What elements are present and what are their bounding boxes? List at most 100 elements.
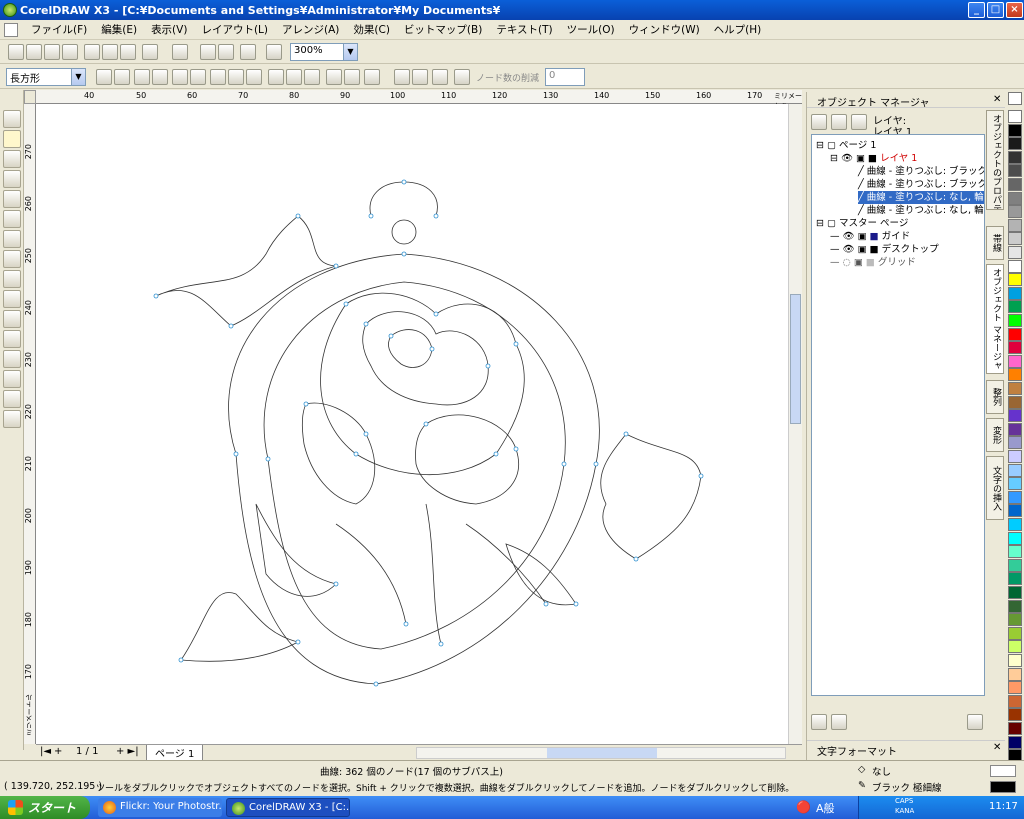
copy-icon[interactable]: [102, 44, 118, 60]
import-icon[interactable]: [200, 44, 216, 60]
color-swatch[interactable]: [1008, 640, 1022, 654]
stem-leaves[interactable]: [255, 503, 577, 606]
interactive-fill-tool-icon[interactable]: [3, 410, 21, 428]
color-swatch[interactable]: [1008, 218, 1022, 232]
zoom-level-combo[interactable]: 300% ▼: [290, 43, 358, 61]
menu-window[interactable]: ウィンドウ(W): [622, 22, 707, 37]
rotate-nodes-icon[interactable]: [344, 69, 360, 85]
ellipse-tool-icon[interactable]: [3, 250, 21, 268]
color-swatch[interactable]: [1008, 178, 1022, 191]
tree-guides[interactable]: — 👁 ▣ ■ ガイド: [830, 230, 910, 243]
color-swatch[interactable]: [1008, 164, 1022, 178]
text-tool-icon[interactable]: [3, 310, 21, 328]
edit-across-layers-icon[interactable]: [851, 114, 867, 130]
color-swatch[interactable]: [1008, 586, 1022, 599]
color-swatch[interactable]: [1008, 436, 1022, 450]
color-swatch[interactable]: [1008, 558, 1022, 572]
color-swatch[interactable]: [1008, 667, 1022, 681]
delete-node-icon[interactable]: [114, 69, 130, 85]
minimize-button[interactable]: _: [968, 2, 985, 18]
menu-bitmaps[interactable]: ビットマップ(B): [397, 22, 489, 37]
color-swatch[interactable]: [1008, 599, 1022, 613]
break-curve-icon[interactable]: [152, 69, 168, 85]
fill-tool-icon[interactable]: [3, 390, 21, 408]
rose-inner-petals[interactable]: [362, 311, 489, 406]
node-reduce-input[interactable]: 0: [545, 68, 585, 86]
menu-view[interactable]: 表示(V): [144, 22, 194, 37]
rose-pendant-drawing[interactable]: [36, 104, 788, 744]
rose-stems[interactable]: [335, 503, 547, 645]
task-firefox[interactable]: Flickr: Your Photostr...: [98, 798, 222, 817]
fill-swatch[interactable]: [990, 765, 1016, 777]
color-swatch[interactable]: [1008, 110, 1022, 123]
color-swatch[interactable]: [1008, 708, 1022, 722]
welcome-screen-icon[interactable]: [266, 44, 282, 60]
color-swatch[interactable]: [1008, 341, 1022, 355]
cusp-node-icon[interactable]: [210, 69, 226, 85]
elastic-mode-icon[interactable]: [394, 69, 410, 85]
export-icon[interactable]: [218, 44, 234, 60]
color-swatch[interactable]: [1008, 722, 1022, 735]
basic-shapes-tool-icon[interactable]: [3, 290, 21, 308]
color-swatch[interactable]: [1008, 246, 1022, 259]
menu-text[interactable]: テキスト(T): [489, 22, 559, 37]
language-bar-icon[interactable]: 🔴: [796, 800, 811, 814]
color-swatch[interactable]: [1008, 504, 1022, 518]
menu-help[interactable]: ヘルプ(H): [707, 22, 769, 37]
color-swatch[interactable]: [1008, 382, 1022, 395]
fill-value[interactable]: なし: [872, 764, 891, 778]
delete-icon[interactable]: [967, 714, 983, 730]
tree-master-page[interactable]: ⊟ ▢ マスター ページ: [816, 217, 908, 230]
polygon-tool-icon[interactable]: [3, 270, 21, 288]
layer-properties-icon[interactable]: [831, 714, 847, 730]
color-swatch[interactable]: [1008, 314, 1022, 327]
color-swatch[interactable]: [1008, 531, 1022, 545]
tab-insert-character[interactable]: 文字の挿入: [986, 456, 1004, 520]
new-layer-icon[interactable]: [811, 114, 827, 130]
cut-icon[interactable]: [84, 44, 100, 60]
color-swatch[interactable]: [1008, 681, 1022, 695]
node-points[interactable]: [153, 179, 704, 687]
color-swatch[interactable]: [1008, 545, 1022, 559]
symmetric-node-icon[interactable]: [246, 69, 262, 85]
docker-close-icon[interactable]: ✕: [993, 94, 1001, 105]
save-icon[interactable]: [44, 44, 60, 60]
pick-tool-icon[interactable]: [3, 110, 21, 128]
color-swatch[interactable]: [1008, 137, 1022, 151]
start-button[interactable]: スタート: [0, 796, 90, 819]
rose-outer-petals[interactable]: [320, 292, 525, 476]
coreldraw-app-icon[interactable]: [3, 3, 17, 17]
color-swatch[interactable]: [1008, 450, 1022, 463]
h-scroll-thumb[interactable]: [547, 748, 657, 758]
color-swatch[interactable]: [1008, 273, 1022, 287]
color-swatch[interactable]: [1008, 123, 1022, 137]
rose-right-petal[interactable]: [415, 414, 519, 505]
menu-arrange[interactable]: アレンジ(A): [275, 22, 346, 37]
print-icon[interactable]: [62, 44, 78, 60]
top-leaf[interactable]: [155, 215, 337, 327]
color-swatch[interactable]: [1008, 463, 1022, 477]
interactive-blend-tool-icon[interactable]: [3, 330, 21, 348]
tab-bands[interactable]: 帯線: [986, 226, 1004, 260]
tree-page[interactable]: ⊟ ▢ ページ 1: [816, 139, 876, 152]
tree-curve[interactable]: ╱ 曲線 - 塗りつぶし: ブラック, 輪: [858, 165, 984, 178]
color-swatch[interactable]: [1008, 572, 1022, 586]
color-swatch[interactable]: [1008, 354, 1022, 368]
horizontal-scrollbar[interactable]: [416, 747, 786, 759]
rose-left-petal[interactable]: [301, 402, 376, 505]
color-swatch[interactable]: [1008, 395, 1022, 409]
document-icon[interactable]: [4, 23, 18, 37]
tab-transform[interactable]: 変形: [986, 418, 1004, 452]
tree-desktop[interactable]: — 👁 ▣ ■ デスクトップ: [830, 243, 939, 256]
new-icon[interactable]: [8, 44, 24, 60]
color-swatch[interactable]: [1008, 654, 1022, 667]
color-swatch[interactable]: [1008, 694, 1022, 708]
menu-effects[interactable]: 効果(C): [346, 22, 397, 37]
tab-object-manager[interactable]: オブジェクト マネージャ: [986, 264, 1004, 374]
color-swatch[interactable]: [1008, 626, 1022, 640]
add-page-button[interactable]: + ►|: [116, 746, 139, 757]
add-node-icon[interactable]: [96, 69, 112, 85]
application-launcher-icon[interactable]: [240, 44, 256, 60]
maximize-button[interactable]: □: [987, 2, 1004, 18]
color-swatch[interactable]: [1008, 368, 1022, 382]
